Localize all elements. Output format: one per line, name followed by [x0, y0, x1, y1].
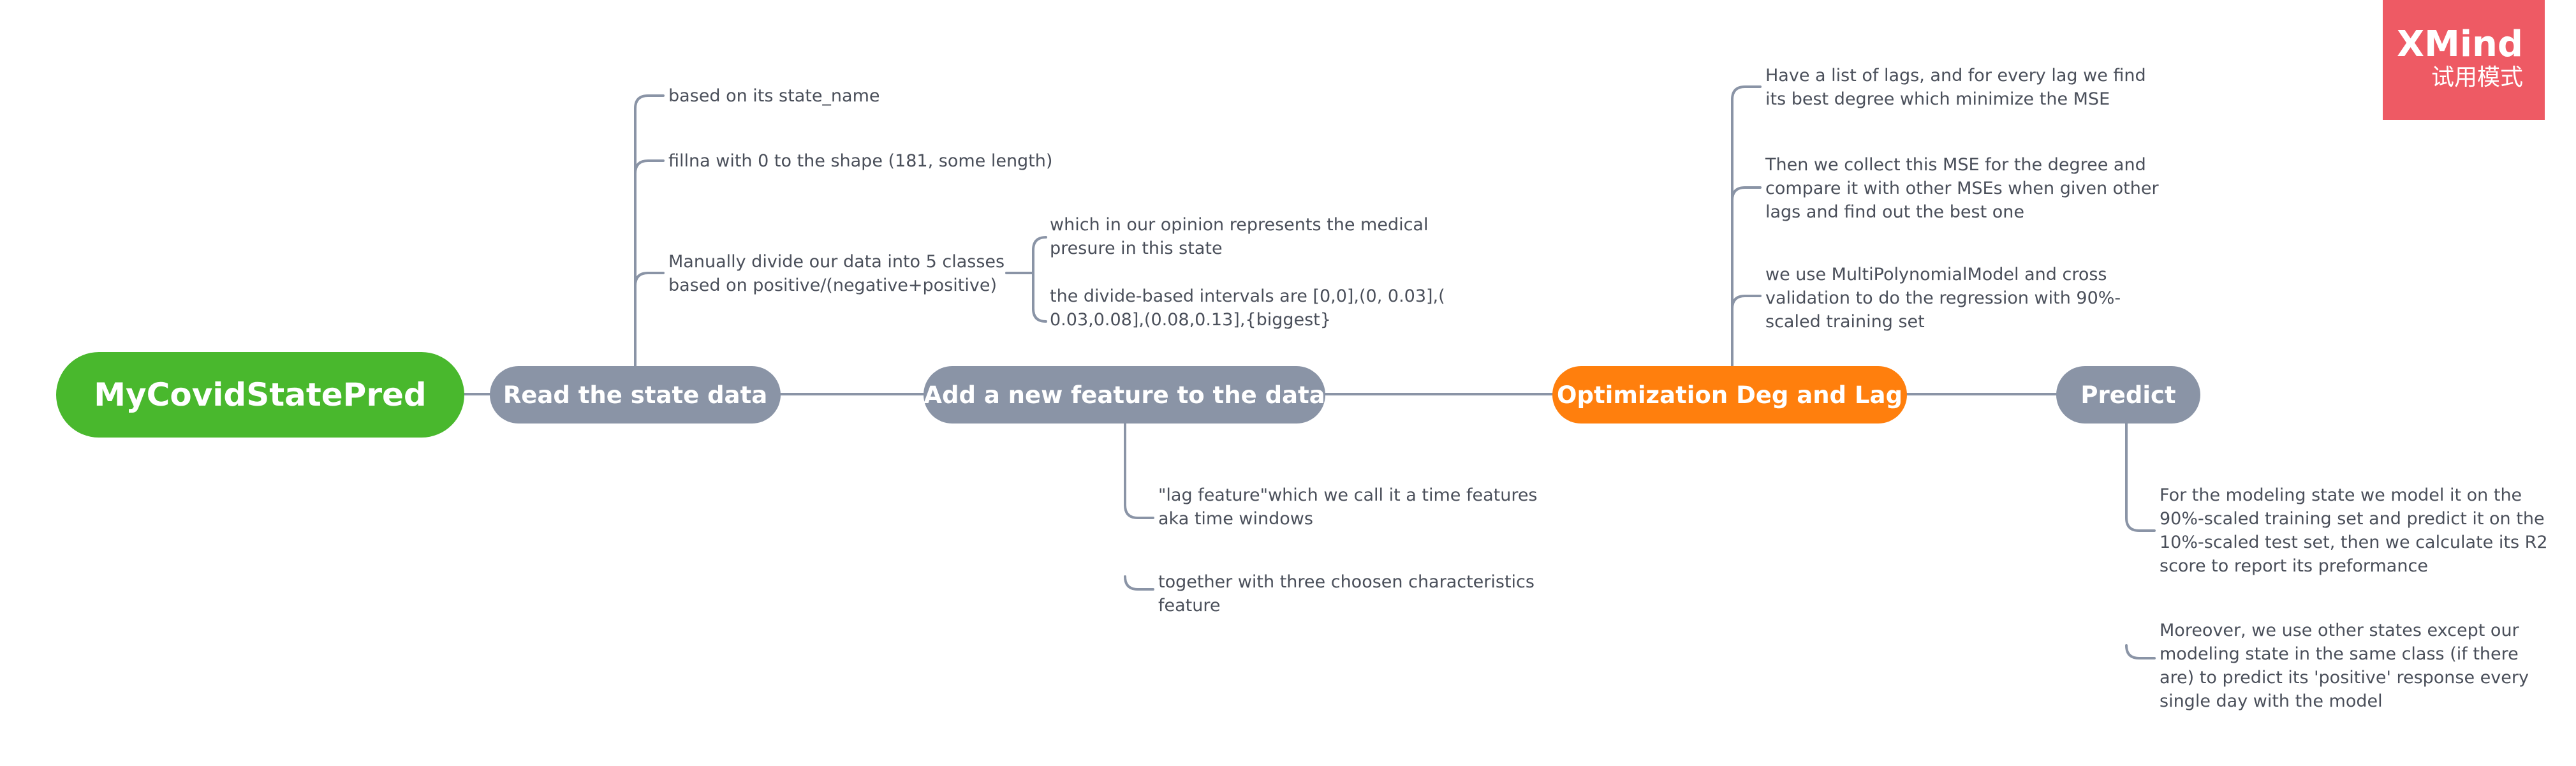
xmind-watermark: XMind 试用模式: [2383, 0, 2545, 120]
topic-read-state-data[interactable]: Read the state data: [490, 366, 781, 424]
subtopic-state-name[interactable]: based on its state_name: [668, 84, 880, 108]
topic-add-feature[interactable]: Add a new feature to the data: [924, 366, 1325, 424]
subtopic-collect-mse[interactable]: Then we collect this MSE for the degree …: [1765, 153, 2159, 224]
topic-optimization[interactable]: Optimization Deg and Lag: [1552, 366, 1907, 424]
subtopic-fillna[interactable]: fillna with 0 to the shape (181, some le…: [668, 149, 1052, 173]
mind-map-canvas: MyCovidStatePred Read the state data Add…: [0, 0, 2576, 766]
topic-predict[interactable]: Predict: [2056, 366, 2200, 424]
subtopic-lag-feature[interactable]: "lag feature"which we call it a time fea…: [1158, 483, 1538, 531]
subtopic-divide-classes[interactable]: Manually divide our data into 5 classes …: [668, 250, 1005, 297]
subtopic-other-states[interactable]: Moreover, we use other states except our…: [2160, 619, 2529, 713]
subtopic-characteristics[interactable]: together with three choosen characterist…: [1158, 570, 1535, 617]
detail-intervals[interactable]: the divide-based intervals are [0,0],(0,…: [1050, 284, 1445, 332]
detail-medical-presure[interactable]: which in our opinion represents the medi…: [1050, 213, 1428, 260]
subtopic-modeling-state[interactable]: For the modeling state we model it on th…: [2160, 483, 2548, 578]
central-topic[interactable]: MyCovidStatePred: [56, 352, 464, 438]
subtopic-list-of-lags[interactable]: Have a list of lags, and for every lag w…: [1765, 64, 2146, 111]
watermark-brand: XMind: [2396, 24, 2523, 65]
subtopic-multipolynomial[interactable]: we use MultiPolynomialModel and cross va…: [1765, 263, 2121, 334]
watermark-subtitle: 试用模式: [2431, 64, 2523, 91]
